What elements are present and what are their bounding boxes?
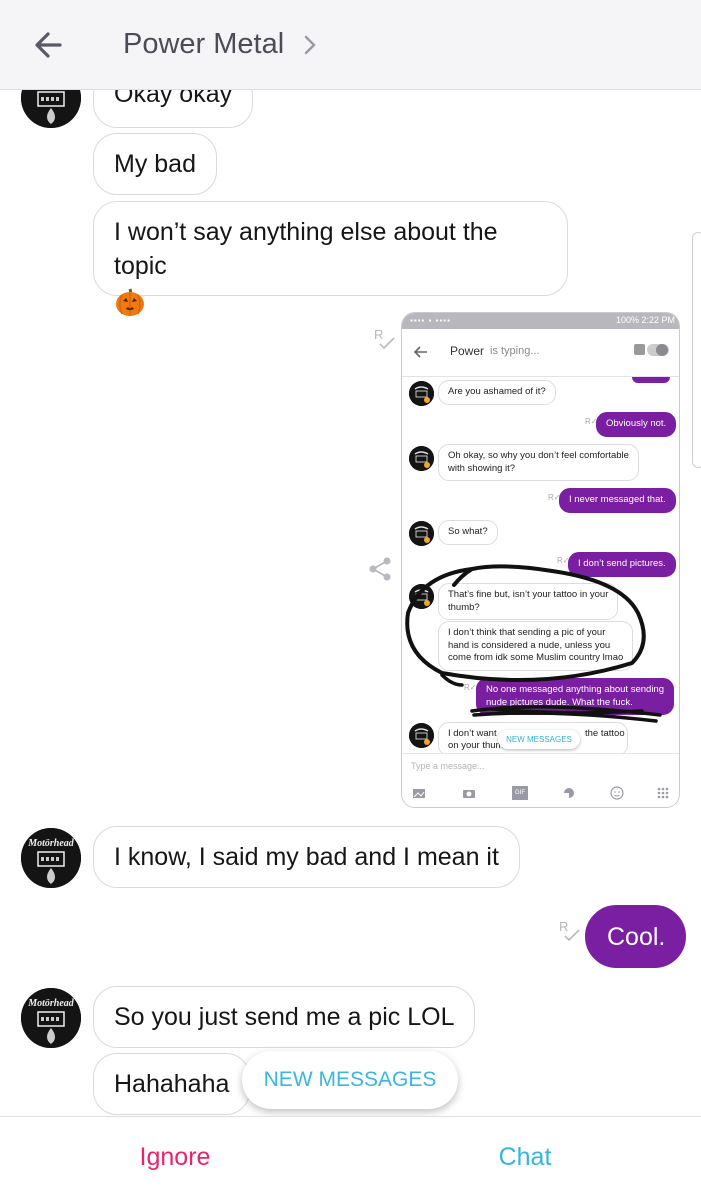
input-toolbar: GIF — [402, 784, 679, 804]
svg-text:R: R — [559, 919, 568, 934]
screenshot-contact-name: Power — [450, 344, 485, 358]
message-line: I don’t think that sending a pic of your — [448, 627, 606, 638]
gallery-icon — [412, 786, 426, 800]
chat-title[interactable]: Power Metal — [123, 28, 284, 61]
ignore-button[interactable]: Ignore — [100, 1143, 250, 1172]
chat-screen: Power Metal Okay okay My bad I won’t say… — [0, 0, 701, 1200]
arrow-left-icon[interactable] — [30, 26, 68, 64]
screenshot-input-bar: Type a message... GIF — [402, 753, 679, 807]
avatar — [409, 521, 434, 546]
svg-text:R: R — [374, 327, 383, 342]
message-bubble: I won’t say anything else about the topi… — [93, 201, 568, 317]
screenshot-new-messages-pill: NEW MESSAGES — [498, 730, 580, 749]
arrow-left-icon — [413, 346, 427, 358]
scroll-indicator[interactable] — [692, 232, 701, 468]
gif-icon: GIF — [512, 786, 528, 800]
avatar[interactable]: Motörhead — [21, 988, 81, 1048]
request-action-bar: Ignore Chat — [0, 1116, 701, 1200]
message-line: I don’t want — [448, 728, 497, 739]
status-time: 2:22 PM — [641, 315, 675, 325]
notification-icons: ▪▪▪▪ ▪ ▪▪▪▪ — [410, 316, 451, 325]
message-bubble: Hahahaha — [93, 1053, 251, 1115]
screenshot-message: So what? — [438, 520, 498, 545]
grid-menu-icon — [656, 786, 670, 800]
message-bubble: So you just send me a pic LOL — [93, 986, 476, 1048]
message-line: nude pictures dude. What the fuck. — [486, 696, 633, 708]
new-messages-pill[interactable]: NEW MESSAGES — [242, 1051, 458, 1109]
screenshot-message: No one messaged anything about sending n… — [476, 678, 674, 715]
chevron-right-icon[interactable] — [302, 33, 318, 57]
message-line: the tattoo — [585, 728, 625, 739]
screenshot-message: That’s fine but, isn’t your tattoo in yo… — [438, 583, 619, 620]
message-line: No one messaged anything about sending — [486, 684, 664, 695]
chat-header: Power Metal — [0, 0, 701, 90]
screenshot-header: Power is typing... — [402, 329, 679, 377]
screenshot-message: I don’t think that sending a pic of your… — [438, 621, 634, 671]
svg-text:Motörhead: Motörhead — [27, 838, 75, 849]
avatar[interactable]: Motörhead — [21, 828, 81, 888]
message-line: thumb? — [448, 601, 480, 613]
screenshot-message: Oh okay, so why you don’t feel comfortab… — [438, 444, 639, 481]
share-icon[interactable] — [367, 556, 393, 582]
emoji-icon — [610, 786, 624, 800]
sticker-icon — [562, 786, 576, 800]
read-receipt-icon: R — [559, 919, 580, 942]
svg-text:Motörhead: Motörhead — [27, 998, 75, 1009]
message-bubble: I know, I said my bad and I mean it — [93, 826, 520, 888]
chat-button[interactable]: Chat — [450, 1143, 600, 1172]
video-call-toggle-icon — [634, 344, 669, 356]
message-bubble: My bad — [93, 133, 217, 195]
message-bubble-outgoing: Cool. — [585, 905, 687, 968]
read-receipt-icon: R✓ — [464, 683, 477, 692]
camera-icon — [462, 786, 476, 800]
message-line: come from idk some Muslim country lmao — [448, 652, 624, 663]
message-line: with showing it? — [448, 462, 516, 474]
previous-bubble-edge — [632, 377, 670, 383]
avatar — [409, 446, 434, 471]
message-input-placeholder: Type a message... — [411, 761, 485, 771]
message-line: That’s fine but, isn’t your tattoo in yo… — [448, 589, 609, 600]
screenshot-message: I don’t send pictures. — [568, 552, 676, 577]
screenshot-message: Are you ashamed of it? — [438, 380, 556, 405]
avatar — [409, 723, 434, 748]
pumpkin-emoji-icon — [116, 288, 144, 317]
read-receipt-icon: R — [374, 327, 395, 350]
status-bar: ▪▪▪▪ ▪ ▪▪▪▪ 100% 2:22 PM — [402, 313, 679, 329]
battery-text: 100% — [615, 315, 639, 325]
shared-screenshot-image[interactable]: ▪▪▪▪ ▪ ▪▪▪▪ 100% 2:22 PM Power is typing… — [401, 312, 680, 808]
avatar — [409, 381, 434, 406]
message-line: hand is considered a nude, unless you — [448, 639, 611, 651]
typing-indicator: is typing... — [490, 345, 540, 357]
message-line: Oh okay, so why you don’t feel comfortab… — [448, 450, 629, 461]
avatar — [409, 584, 434, 609]
screenshot-message: Obviously not. — [596, 412, 677, 437]
message-text: I won’t say anything else about the topi… — [114, 218, 498, 280]
screenshot-message: I never messaged that. — [559, 488, 676, 513]
